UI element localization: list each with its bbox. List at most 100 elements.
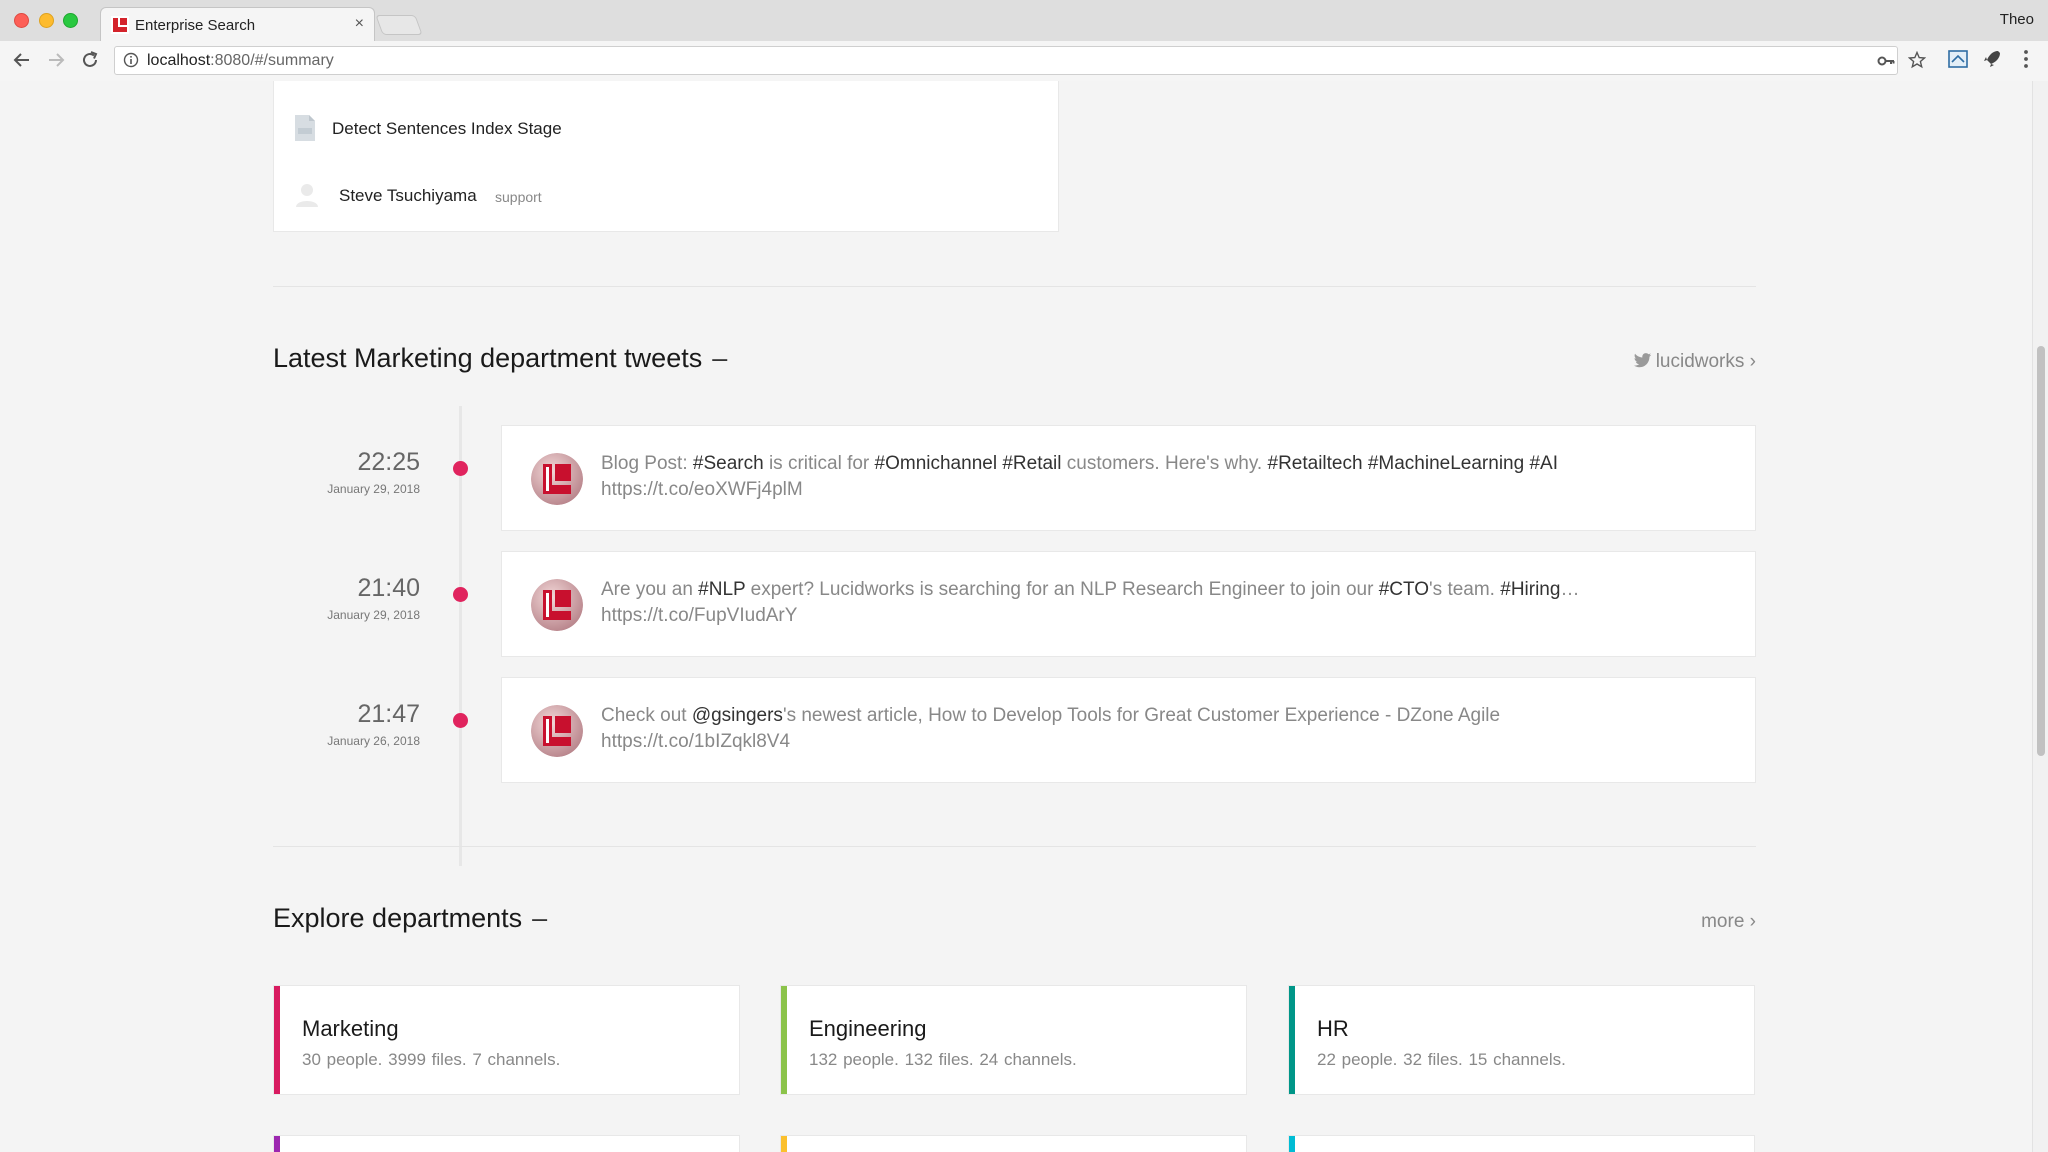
timeline-dot <box>453 461 468 476</box>
tweet-hashtag[interactable]: #AI <box>1529 453 1558 474</box>
tweet-hashtag[interactable]: #NLP <box>698 579 745 600</box>
document-icon <box>295 115 315 141</box>
tweet-link[interactable]: https://t.co/eoXWFj4plM <box>601 477 1731 503</box>
lucidworks-twitter-link[interactable]: lucidworks › <box>1633 351 1756 373</box>
lucidworks-link-label: lucidworks › <box>1655 351 1756 372</box>
menu-dots-icon[interactable] <box>2015 48 2037 70</box>
url-path: :8080/#/summary <box>210 52 334 69</box>
department-color-bar <box>1289 1136 1295 1152</box>
info-icon[interactable] <box>123 52 139 68</box>
department-stats: 30 people. 3999 files. 7 channels. <box>302 1050 561 1069</box>
tweet-hashtag[interactable]: #Omnichannel <box>875 453 998 474</box>
tweet-hashtag[interactable]: #Search <box>693 453 764 474</box>
tweet-text-segment: 's newest article, How to Develop Tools … <box>782 705 1501 726</box>
search-results-card: Detect Sentences Index Stage Steve Tsuch… <box>273 81 1059 232</box>
maximize-window-button[interactable] <box>63 13 78 28</box>
tweet-time: 22:25 <box>357 448 420 476</box>
tweet-hashtag[interactable]: #MachineLearning <box>1368 453 1524 474</box>
tab-close-icon[interactable]: × <box>355 15 364 33</box>
department-card-engineering[interactable]: Engineering 132 people. 132 files. 24 ch… <box>780 985 1247 1095</box>
department-card-hr[interactable]: HR 22 people. 32 files. 15 channels. <box>1288 985 1755 1095</box>
browser-chrome: Enterprise Search × Theo localhost:8080/… <box>0 0 2048 81</box>
tweet-body: Are you an #NLP expert? Lucidworks is se… <box>601 577 1731 603</box>
tweet-text: Check out @gsingers's newest article, Ho… <box>601 703 1731 755</box>
timeline-dot <box>453 713 468 728</box>
tweets-section-title: Latest Marketing department tweets – <box>273 343 727 374</box>
lucidworks-avatar-icon <box>531 453 583 505</box>
department-name: HR <box>1317 1016 1349 1041</box>
department-color-bar <box>274 1136 280 1152</box>
tweet-text: Are you an #NLP expert? Lucidworks is se… <box>601 577 1731 629</box>
lucidworks-favicon-icon <box>111 16 129 34</box>
tweet-card[interactable]: Check out @gsingers's newest article, Ho… <box>501 677 1756 783</box>
department-card-partial[interactable] <box>1288 1135 1755 1152</box>
cast-extension-icon[interactable] <box>1947 48 1969 70</box>
tweet-link[interactable]: https://t.co/FupVIudArY <box>601 603 1731 629</box>
tweet-hashtag[interactable]: #Retailtech <box>1268 453 1363 474</box>
tweet-date: January 26, 2018 <box>327 734 420 748</box>
department-name: Marketing <box>302 1016 399 1041</box>
tweet-time: 21:40 <box>357 574 420 602</box>
new-tab-button[interactable] <box>375 15 423 35</box>
tweet-time: 21:47 <box>357 700 420 728</box>
department-name: Engineering <box>809 1016 927 1041</box>
tweet-hashtag[interactable]: @gsingers <box>692 705 783 726</box>
person-avatar-icon <box>296 184 318 207</box>
department-card-partial[interactable] <box>780 1135 1247 1152</box>
tweet-hashtag[interactable]: #CTO <box>1379 579 1429 600</box>
tweet-text: Blog Post: #Search is critical for #Omni… <box>601 451 1731 503</box>
tweet-card[interactable]: Are you an #NLP expert? Lucidworks is se… <box>501 551 1756 657</box>
rocket-extension-icon[interactable] <box>1981 48 2003 70</box>
tab-strip: Enterprise Search × Theo <box>0 0 2048 41</box>
tweet-text-segment: 's team. <box>1429 579 1501 600</box>
page-scrollbar[interactable] <box>2032 81 2048 1152</box>
tweet-text-segment: expert? Lucidworks is searching for an N… <box>745 579 1379 600</box>
departments-section-title-text: Explore departments <box>273 903 523 933</box>
tweet-text-segment: customers. Here's why. <box>1061 453 1268 474</box>
page-content: Detect Sentences Index Stage Steve Tsuch… <box>0 81 2048 1152</box>
person-name[interactable]: Steve Tsuchiyama <box>339 186 477 206</box>
department-stats: 22 people. 32 files. 15 channels. <box>1317 1050 1566 1069</box>
departments-more-link[interactable]: more › <box>1701 911 1756 933</box>
department-stats: 132 people. 132 files. 24 channels. <box>809 1050 1077 1069</box>
document-title[interactable]: Detect Sentences Index Stage <box>332 119 562 139</box>
twitter-bird-icon <box>1633 353 1651 368</box>
tweet-body: Blog Post: #Search is critical for #Omni… <box>601 451 1731 477</box>
back-arrow-icon[interactable] <box>11 49 33 71</box>
tweet-hashtag[interactable]: #Hiring <box>1500 579 1560 600</box>
person-role: support <box>495 189 542 205</box>
browser-toolbar: localhost:8080/#/summary <box>0 41 2048 81</box>
forward-arrow-icon[interactable] <box>45 49 67 71</box>
tab-enterprise-search[interactable]: Enterprise Search × <box>100 7 375 41</box>
tweet-text-segment: … <box>1560 579 1580 600</box>
tweet-text-segment: Blog Post: <box>601 453 693 474</box>
tweet-link[interactable]: https://t.co/1bIZqkl8V4 <box>601 729 1731 755</box>
tweets-collapse-button[interactable]: – <box>712 343 727 373</box>
url-text[interactable]: localhost:8080/#/summary <box>147 52 334 70</box>
tweet-text-segment: is critical for <box>763 453 875 474</box>
department-color-bar <box>781 986 787 1094</box>
tweet-date: January 29, 2018 <box>327 608 420 622</box>
tweet-card[interactable]: Blog Post: #Search is critical for #Omni… <box>501 425 1756 531</box>
url-host: localhost <box>147 52 211 69</box>
key-icon[interactable] <box>1877 52 1895 70</box>
departments-section-title: Explore departments – <box>273 903 547 934</box>
department-color-bar <box>274 986 280 1094</box>
tweets-section-title-text: Latest Marketing department tweets <box>273 343 703 373</box>
tweet-text-segment: Check out <box>601 705 692 726</box>
lucidworks-avatar-icon <box>531 579 583 631</box>
tweet-hashtag[interactable]: #Retail <box>1002 453 1061 474</box>
tweet-date: January 29, 2018 <box>327 482 420 496</box>
bookmark-star-icon[interactable] <box>1908 51 1926 69</box>
address-bar[interactable]: localhost:8080/#/summary <box>114 46 1898 75</box>
reload-icon[interactable] <box>79 49 101 71</box>
departments-collapse-button[interactable]: – <box>532 903 547 933</box>
department-card-partial[interactable] <box>273 1135 740 1152</box>
tweet-body: Check out @gsingers's newest article, Ho… <box>601 703 1731 729</box>
minimize-window-button[interactable] <box>39 13 54 28</box>
profile-name[interactable]: Theo <box>2000 11 2034 28</box>
department-card-marketing[interactable]: Marketing 30 people. 3999 files. 7 chann… <box>273 985 740 1095</box>
scrollbar-thumb[interactable] <box>2037 346 2045 756</box>
lucidworks-avatar-icon <box>531 705 583 757</box>
close-window-button[interactable] <box>14 13 29 28</box>
